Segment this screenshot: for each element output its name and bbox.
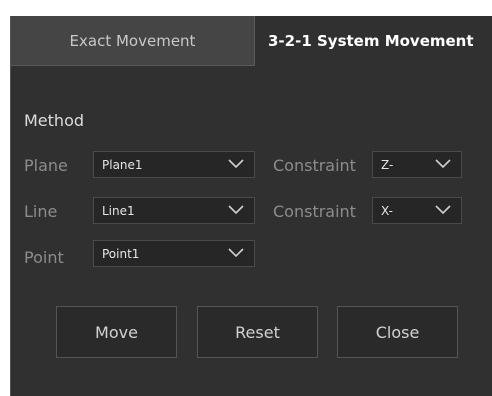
- tab-exact-movement[interactable]: Exact Movement: [11, 16, 255, 66]
- chevron-down-icon: [228, 247, 244, 257]
- line-constraint-select[interactable]: X-: [372, 197, 462, 224]
- plane-constraint-select[interactable]: Z-: [372, 151, 462, 178]
- method-heading: Method: [24, 111, 85, 130]
- chevron-down-icon: [228, 204, 244, 214]
- point-select[interactable]: Point1: [93, 240, 255, 267]
- plane-constraint-label: Constraint: [273, 156, 356, 175]
- line-select-value: Line1: [102, 203, 135, 218]
- line-label: Line: [24, 202, 58, 221]
- line-select[interactable]: Line1: [93, 197, 255, 224]
- chevron-down-icon: [435, 204, 451, 214]
- plane-label: Plane: [24, 156, 68, 175]
- line-constraint-label: Constraint: [273, 202, 356, 221]
- tab-bar: Exact Movement 3-2-1 System Movement: [11, 16, 492, 66]
- close-button[interactable]: Close: [337, 306, 458, 358]
- plane-select[interactable]: Plane1: [93, 151, 255, 178]
- chevron-down-icon: [435, 158, 451, 168]
- line-constraint-value: X-: [381, 203, 393, 218]
- reset-button[interactable]: Reset: [197, 306, 318, 358]
- plane-select-value: Plane1: [102, 157, 143, 172]
- move-button[interactable]: Move: [56, 306, 177, 358]
- point-select-value: Point1: [102, 246, 140, 261]
- chevron-down-icon: [228, 158, 244, 168]
- tab-321-system-movement[interactable]: 3-2-1 System Movement: [255, 16, 492, 66]
- point-label: Point: [24, 248, 64, 267]
- plane-constraint-value: Z-: [381, 157, 394, 172]
- movement-panel: Exact Movement 3-2-1 System Movement Met…: [10, 16, 492, 396]
